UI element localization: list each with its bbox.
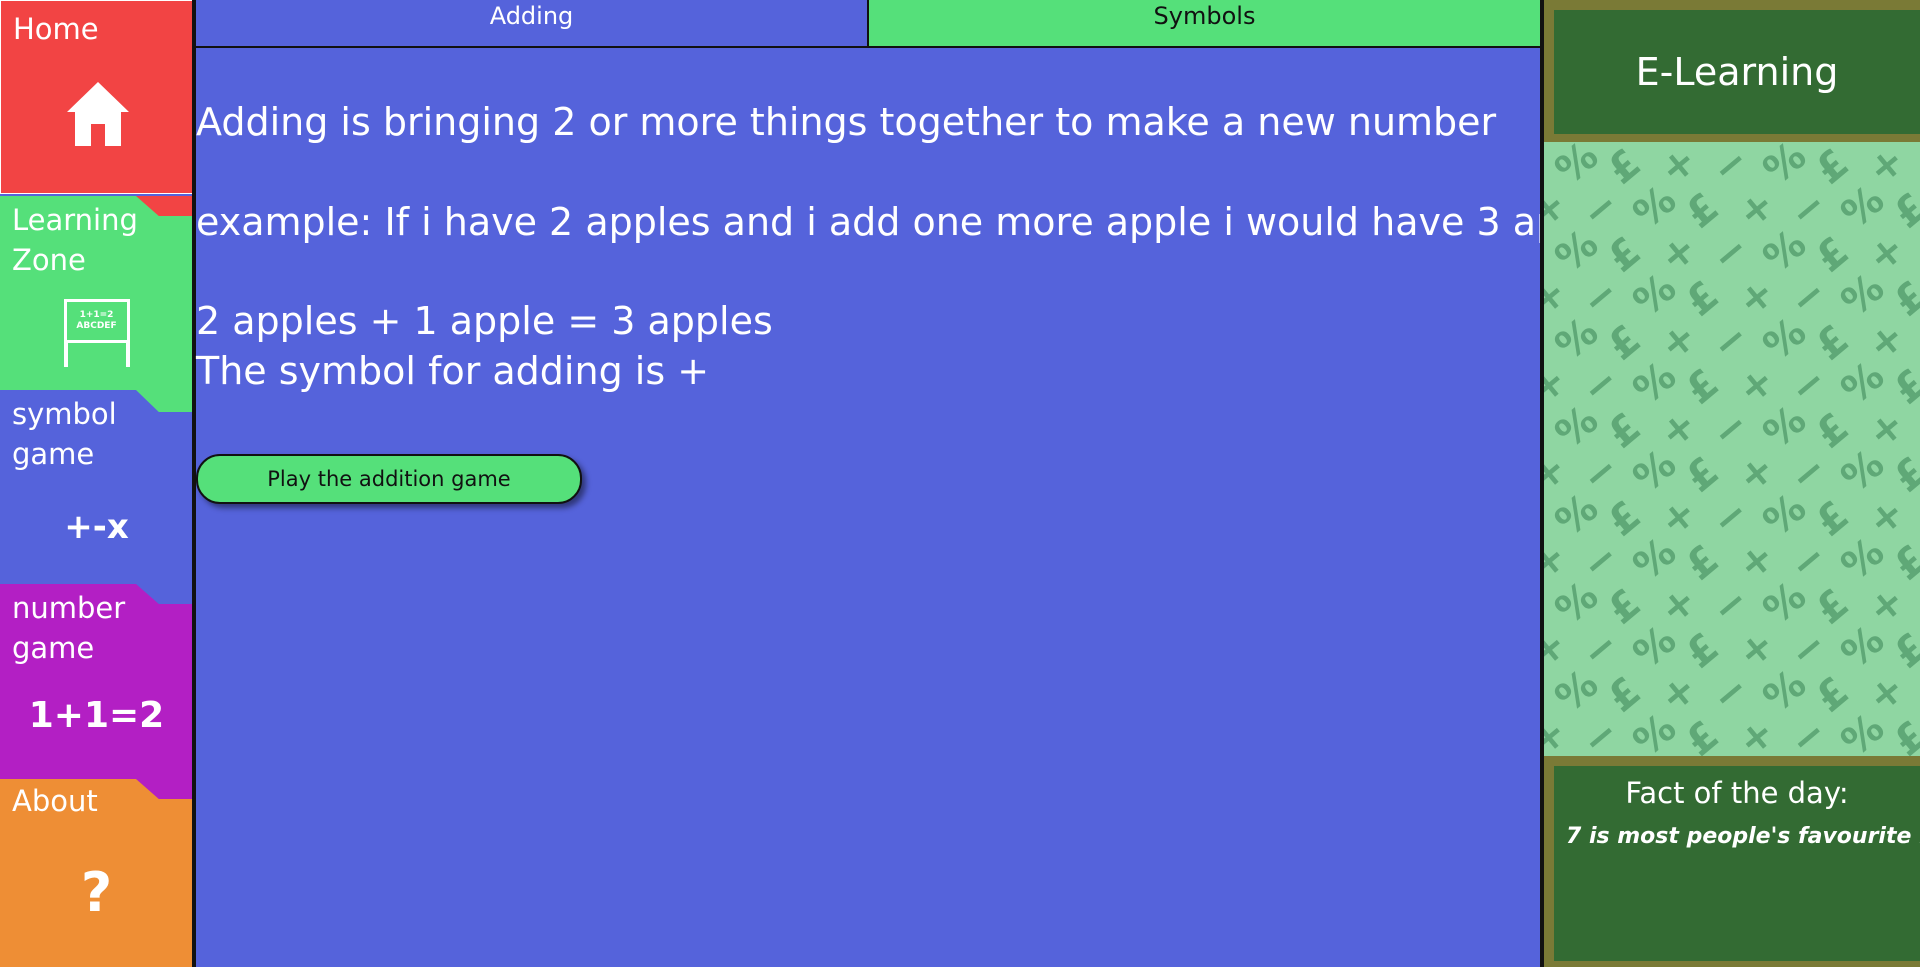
tab-adding[interactable]: Adding (196, 0, 869, 46)
lesson-equation: 2 apples + 1 apple = 3 apples (196, 299, 773, 343)
chalkboard-line-1: 1+1=2 (79, 310, 114, 320)
nav-number-game[interactable]: number game 1+1=2 (0, 584, 193, 779)
brand-frame: E-Learning (1544, 0, 1920, 142)
fact-title: Fact of the day: (1625, 776, 1849, 810)
pattern-symbol: £ (1807, 669, 1858, 722)
pattern-symbol: £ (1677, 273, 1728, 326)
chalkboard-icon: 1+1=2 ABCDEF (0, 296, 193, 372)
pattern-symbol: £ (1807, 142, 1858, 194)
pattern-symbol: £ (1599, 142, 1650, 194)
pattern-graphic: £+−%£+−%£+−%£+−%£+−%£+−%£+−%£+−%£+−%£+−%… (1544, 142, 1920, 756)
pattern-symbol: £ (1807, 405, 1858, 458)
fact-frame: Fact of the day: 7 is most people's favo… (1544, 756, 1920, 967)
pattern-symbol: £ (1677, 185, 1728, 238)
topic-tabs: Adding Symbols (196, 0, 1540, 48)
pattern-symbol: £ (1807, 493, 1858, 546)
pattern-symbol: £ (1807, 229, 1858, 282)
right-panel: E-Learning £+−%£+−%£+−%£+−%£+−%£+−%£+−%£… (1544, 0, 1920, 967)
chalkboard-line-2: ABCDEF (76, 321, 117, 331)
math-symbol-pattern: £+−%£+−%£+−%£+−%£+−%£+−%£+−%£+−%£+−%£+−%… (1544, 142, 1920, 756)
plus-minus-times-icon: +-x (0, 502, 193, 552)
pattern-symbol: £ (1807, 317, 1858, 370)
nav-about-label: About (12, 784, 98, 818)
pattern-symbol: £ (1677, 537, 1728, 590)
nav-about[interactable]: About ? (0, 779, 193, 967)
pattern-symbol: £ (1599, 493, 1650, 546)
lesson-symbol: The symbol for adding is + (196, 349, 710, 393)
nav-learning-zone[interactable]: Learning Zone 1+1=2 ABCDEF (0, 196, 193, 390)
lesson-content: Adding is bringing 2 or more things toge… (196, 48, 1638, 967)
pattern-symbol: £ (1599, 405, 1650, 458)
tab-symbols[interactable]: Symbols (869, 0, 1540, 46)
about-glyph: ? (80, 860, 113, 924)
house-icon (1, 73, 194, 153)
symbol-glyph: +-x (64, 507, 129, 547)
pattern-symbol: £ (1677, 625, 1728, 678)
pattern-symbol: £ (1599, 317, 1650, 370)
brand-title: E-Learning (1635, 50, 1839, 94)
side-nav: Home Learning Zone 1+1=2 ABCDEF symbol g… (0, 0, 194, 967)
question-mark-icon: ? (0, 857, 193, 927)
fact-text: 7 is most people's favourite number (1566, 824, 1920, 849)
brand-board: E-Learning (1554, 10, 1920, 134)
pattern-symbol: £ (1807, 581, 1858, 634)
nav-home[interactable]: Home (0, 0, 193, 194)
pattern-symbol: £ (1599, 229, 1650, 282)
fact-board: Fact of the day: 7 is most people's favo… (1554, 766, 1920, 961)
pattern-symbol: £ (1677, 713, 1728, 756)
pattern-symbol: £ (1599, 669, 1650, 722)
lesson-example: example: If i have 2 apples and i add on… (196, 200, 1638, 244)
nav-symbol-game[interactable]: symbol game +-x (0, 390, 193, 585)
pattern-symbol: £ (1677, 361, 1728, 414)
lesson-definition: Adding is bringing 2 or more things toge… (196, 100, 1497, 144)
number-glyph: 1+1=2 (28, 694, 165, 736)
play-addition-game-button[interactable]: Play the addition game (196, 454, 582, 504)
nav-home-label: Home (13, 12, 99, 46)
pattern-symbol: £ (1599, 581, 1650, 634)
equation-icon: 1+1=2 (0, 690, 193, 740)
pattern-symbol: £ (1677, 449, 1728, 502)
pattern-symbol: − (1911, 142, 1920, 194)
